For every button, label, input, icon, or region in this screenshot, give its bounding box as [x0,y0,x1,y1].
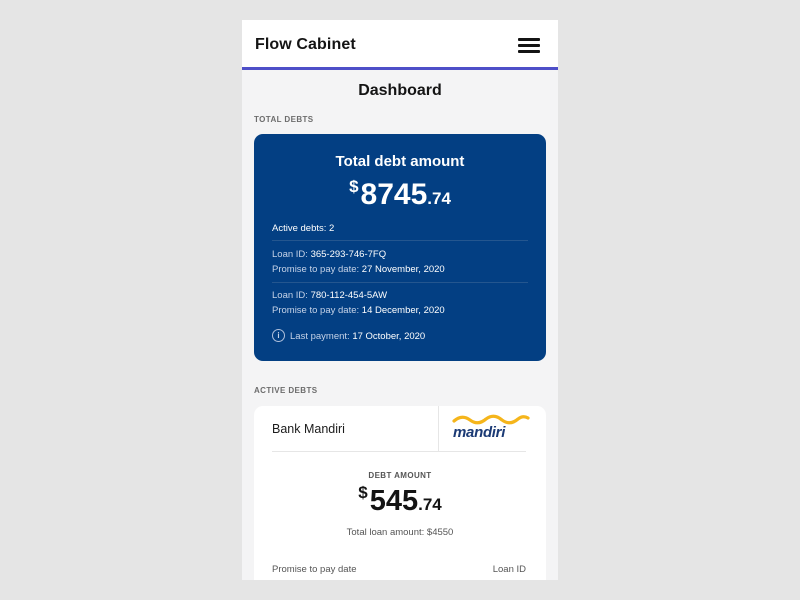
promise-to-pay-label: Promise to pay date [272,564,357,575]
bank-logo: mandiri [452,414,532,444]
bank-name: Bank Mandiri [272,422,345,436]
active-debts-section-label: ACTIVE DEBTS [254,386,318,395]
app-header: Flow Cabinet [242,20,558,70]
loan-2-id: Loan ID: 780-112-454-5AW [272,290,388,301]
currency-symbol: $ [349,177,359,196]
page-title: Dashboard [358,82,442,99]
total-loan-amount: Total loan amount: $4550 [346,527,454,538]
loan-1-promise-date: Promise to pay date: 27 November, 2020 [272,264,445,275]
app-title: Flow Cabinet [255,36,356,53]
bank-logo-text: mandiri [453,424,506,441]
card-divider [272,240,528,241]
card-divider [272,282,528,283]
hamburger-menu-icon[interactable] [518,37,540,53]
total-debt-amount: $8745.74 [254,177,546,212]
debt-amount: $545.74 [254,483,546,518]
amount-decimal: .74 [418,495,442,514]
last-payment: Last payment: 17 October, 2020 [290,331,426,342]
active-debt-card[interactable]: Bank Mandiri mandiri DEBT AMOUNT $545.74… [254,406,546,580]
amount-integer: 8745 [360,178,428,211]
app-screen: Flow Cabinet Dashboard TOTAL DEBTS Total… [242,20,558,580]
amount-integer: 545 [369,485,419,517]
total-debts-section-label: TOTAL DEBTS [254,115,314,124]
divider [438,406,439,451]
debt-amount-label: DEBT AMOUNT [368,471,432,480]
amount-decimal: .74 [427,189,451,208]
active-debts-count: Active debts: 2 [272,223,335,234]
loan-1-id: Loan ID: 365-293-746-7FQ [272,249,387,260]
total-debt-heading: Total debt amount [335,153,465,170]
divider [272,451,526,452]
loan-id-label: Loan ID [492,564,526,575]
total-debt-card[interactable]: Total debt amount $8745.74 Active debts:… [254,134,546,361]
info-icon: i [272,329,285,342]
currency-symbol: $ [358,483,368,502]
loan-2-promise-date: Promise to pay date: 14 December, 2020 [272,305,445,316]
